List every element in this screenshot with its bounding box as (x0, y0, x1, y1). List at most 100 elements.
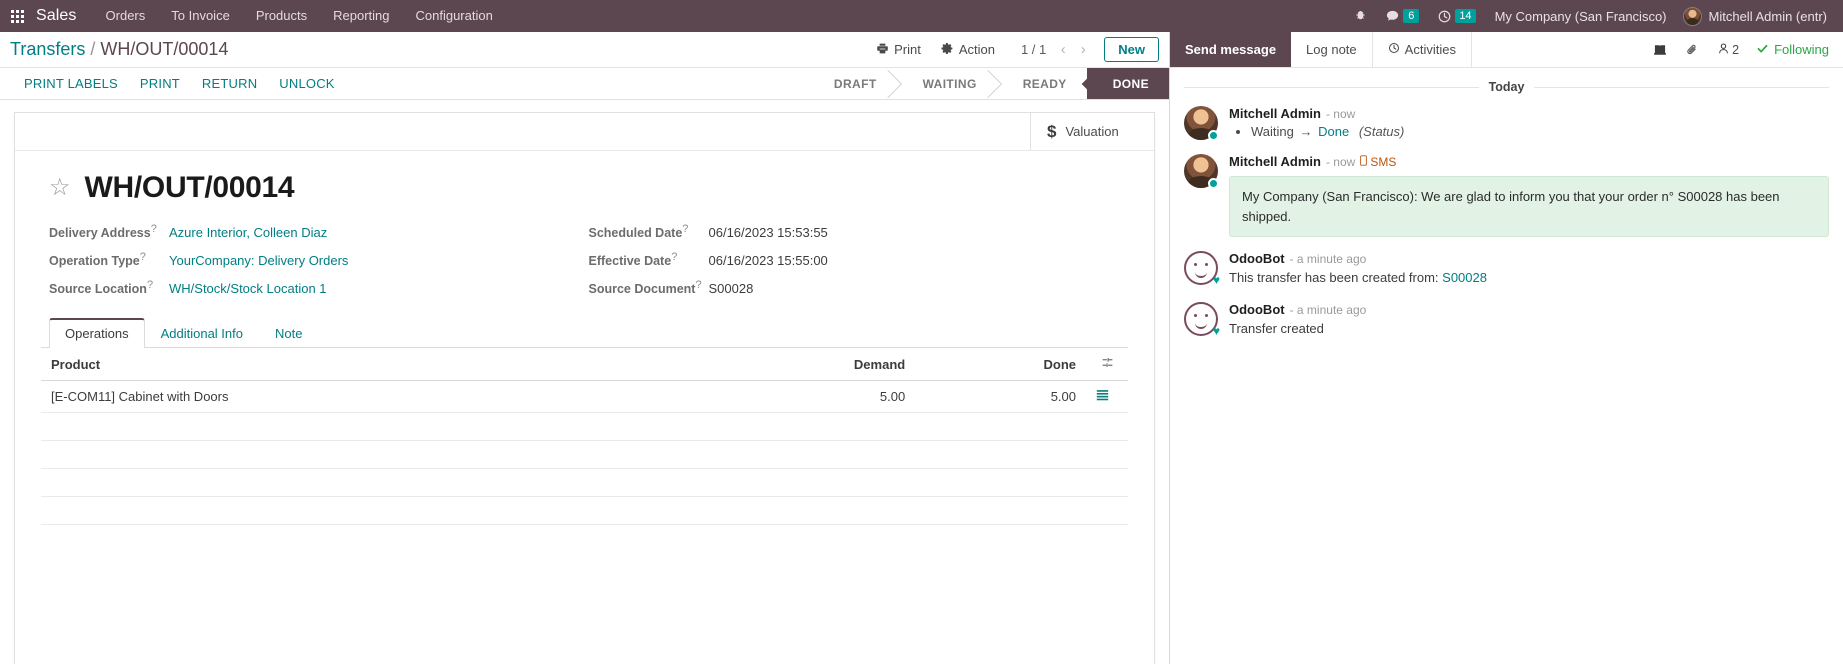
empty-cell (1086, 440, 1128, 470)
message-item: Mitchell Admin - now SMS My Company (San… (1184, 154, 1829, 237)
print-button[interactable]: Print (866, 39, 931, 61)
fields-column-left: Delivery Address? Azure Interior, Collee… (49, 223, 589, 296)
following-toggle[interactable]: Following (1748, 42, 1829, 58)
column-header-done[interactable]: Done (915, 348, 1086, 382)
activities-menu-button[interactable]: 14 (1428, 0, 1484, 32)
unlock-button[interactable]: UNLOCK (269, 72, 344, 95)
field-value-effective-date[interactable]: 06/16/2023 15:55:00 (709, 253, 828, 268)
log-note-button[interactable]: Log note (1291, 32, 1373, 67)
field-value-scheduled-date[interactable]: 06/16/2023 15:53:55 (709, 225, 828, 240)
help-icon[interactable]: ? (682, 223, 688, 235)
empty-cell (1086, 496, 1128, 526)
source-document-link[interactable]: S00028 (1442, 270, 1487, 285)
message-timestamp: - now (1325, 107, 1356, 121)
table-empty-row (41, 412, 1128, 442)
menu-item-reporting[interactable]: Reporting (320, 0, 402, 32)
status-ready[interactable]: READY (996, 68, 1087, 99)
table-row[interactable]: [E-COM11] Cabinet with Doors 5.00 5.00 (41, 380, 1128, 414)
tab-operations[interactable]: Operations (49, 318, 145, 349)
message-author[interactable]: Mitchell Admin (1229, 106, 1321, 121)
arrow-right-icon: → (1299, 124, 1313, 139)
menu-item-orders[interactable]: Orders (93, 0, 159, 32)
paperclip-icon[interactable] (1676, 32, 1708, 68)
messages-menu-button[interactable]: 6 (1376, 0, 1428, 32)
tab-additional-info[interactable]: Additional Info (145, 318, 259, 348)
menu-item-products[interactable]: Products (243, 0, 320, 32)
help-icon[interactable]: ? (695, 279, 701, 291)
field-delivery-address: Delivery Address? Azure Interior, Collee… (49, 223, 589, 240)
message-header: OdooBot - a minute ago (1229, 302, 1829, 317)
chevron-left-icon[interactable]: ‹ (1054, 39, 1072, 61)
menu-item-configuration[interactable]: Configuration (403, 0, 506, 32)
tab-note[interactable]: Note (259, 318, 318, 348)
field-effective-date: Effective Date? 06/16/2023 15:55:00 (589, 251, 1129, 268)
message-item: ♥ OdooBot - a minute ago This transfer h… (1184, 251, 1829, 288)
chatter-panel: Send message Log note Activities 2 Follo… (1170, 32, 1843, 664)
star-outline-icon[interactable]: ☆ (49, 176, 71, 200)
user-icon (1717, 42, 1730, 58)
message-item: ♥ OdooBot - a minute ago Transfer create… (1184, 301, 1829, 339)
bot-status-heart-icon: ♥ (1212, 273, 1220, 287)
column-settings-icon[interactable] (1086, 348, 1128, 382)
print-labels-button[interactable]: PRINT LABELS (14, 72, 128, 95)
status-waiting[interactable]: WAITING (896, 68, 997, 99)
action-button[interactable]: Action (931, 39, 1005, 61)
label-text: Delivery Address (49, 226, 151, 241)
new-button[interactable]: New (1104, 37, 1159, 62)
online-status-dot (1208, 178, 1219, 189)
message-header: Mitchell Admin - now (1229, 106, 1829, 121)
cell-product[interactable]: [E-COM11] Cabinet with Doors (41, 380, 684, 414)
chatter-toolbar: Send message Log note Activities 2 Follo… (1170, 32, 1843, 68)
field-value-source-document[interactable]: S00028 (709, 281, 754, 296)
avatar: ♥ (1184, 251, 1220, 287)
operations-table: Product Demand Done [E-COM11] Cabinet wi… (41, 348, 1128, 526)
pager: 1 / 1 ‹ › (1021, 39, 1092, 61)
help-icon[interactable]: ? (147, 279, 153, 291)
valuation-stat-button[interactable]: $ Valuation (1030, 113, 1154, 150)
send-message-button[interactable]: Send message (1170, 32, 1292, 67)
app-brand-sales[interactable]: Sales (34, 7, 93, 25)
field-value-operation-type[interactable]: YourCompany: Delivery Orders (169, 253, 348, 268)
field-value-delivery-address[interactable]: Azure Interior, Colleen Diaz (169, 225, 327, 240)
followers-button[interactable]: 2 (1708, 32, 1748, 68)
label-text: Scheduled Date (588, 226, 683, 241)
sms-badge-label: SMS (1370, 155, 1397, 169)
cell-demand[interactable]: 5.00 (683, 380, 916, 414)
list-detail-icon[interactable] (1086, 380, 1128, 414)
help-icon[interactable]: ? (151, 223, 157, 235)
field-label-effective-date: Effective Date? (589, 251, 709, 268)
status-bar: DRAFT WAITING READY DONE (815, 68, 1169, 99)
message-thread: Today Mitchell Admin - now Waiting (1170, 68, 1843, 664)
fields-column-right: Scheduled Date? 06/16/2023 15:53:55 Effe… (589, 223, 1129, 296)
bug-icon[interactable] (1345, 0, 1376, 32)
message-author[interactable]: OdooBot (1229, 302, 1285, 317)
message-author[interactable]: OdooBot (1229, 251, 1285, 266)
form-sheet: $ Valuation ☆ WH/OUT/00014 Delivery Addr… (14, 112, 1155, 664)
top-navbar: Sales Orders To Invoice Products Reporti… (0, 0, 1843, 32)
column-header-product[interactable]: Product (41, 348, 684, 382)
label-text: Source Location (49, 282, 147, 297)
breadcrumb-current: WH/OUT/00014 (100, 39, 229, 59)
print-button-header[interactable]: PRINT (130, 72, 190, 95)
schedule-activity-button[interactable]: Activities (1373, 32, 1472, 67)
cell-done[interactable]: 5.00 (915, 380, 1086, 414)
breadcrumb-transfers[interactable]: Transfers (10, 39, 85, 60)
help-icon[interactable]: ? (140, 251, 146, 263)
message-author[interactable]: Mitchell Admin (1229, 154, 1321, 169)
chevron-right-icon[interactable]: › (1074, 39, 1092, 61)
empty-cell (1086, 468, 1128, 498)
pager-counter[interactable]: 1 / 1 (1021, 42, 1052, 57)
book-icon[interactable] (1644, 32, 1676, 68)
help-icon[interactable]: ? (671, 251, 677, 263)
status-draft[interactable]: DRAFT (815, 68, 897, 99)
online-status-dot (1208, 130, 1219, 141)
form-sheet-background: $ Valuation ☆ WH/OUT/00014 Delivery Addr… (0, 100, 1169, 664)
column-header-demand[interactable]: Demand (683, 348, 916, 382)
user-menu[interactable]: Mitchell Admin (entr) (1677, 6, 1831, 26)
return-button[interactable]: RETURN (192, 72, 267, 95)
field-value-source-location[interactable]: WH/Stock/Stock Location 1 (169, 281, 327, 296)
company-switcher[interactable]: My Company (San Francisco) (1485, 9, 1677, 24)
menu-item-to-invoice[interactable]: To Invoice (158, 0, 243, 32)
message-header: Mitchell Admin - now SMS (1229, 154, 1829, 169)
apps-menu-button[interactable] (0, 0, 34, 32)
